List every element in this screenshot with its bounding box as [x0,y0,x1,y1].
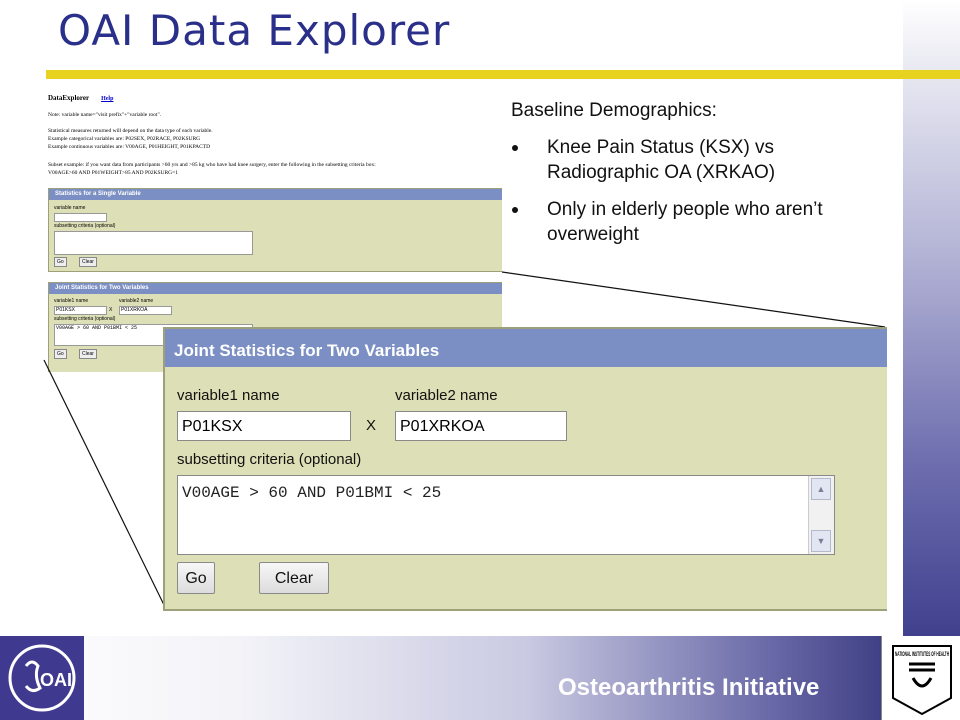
bullet-dot-icon [512,207,518,213]
mini-joint-var1-label: variable1 name [54,298,89,304]
subsetting-criteria-label: subsetting criteria (optional) [177,451,362,468]
mini-single-var-label: variable name [54,205,86,211]
mini-single-var-input[interactable] [54,213,107,222]
mini-note-line: Example categorical variables are: P02SE… [48,136,201,142]
go-button[interactable]: Go [177,562,215,594]
notes-bullet-text: Only in elderly people who aren’t overwe… [547,199,823,245]
mini-joint-criteria-label: subsetting criteria (optional) [54,316,116,322]
mini-single-go-button[interactable]: Go [54,257,67,267]
mini-single-criteria-label: subsetting criteria (optional) [54,223,116,229]
oai-logo-text: OAI [40,670,72,690]
mini-joint-var2-input[interactable]: P01XRKOA [119,306,172,315]
notes-bullet-text: Knee Pain Status (KSX) vs Radiographic O… [547,137,776,183]
mini-app-title: DataExplorer Help [48,94,113,102]
cross-symbol: X [366,417,377,434]
mini-note-line: Note: variable name="visit prefix"+"vari… [48,112,162,118]
joint-statistics-panel: Joint Statistics for Two Variables varia… [163,327,887,611]
variable1-label: variable1 name [177,387,280,404]
nih-seal: NATIONAL INSTITUTES OF HEALTH [881,636,960,720]
mini-single-clear-button[interactable]: Clear [79,257,97,267]
notes-bullet: Only in elderly people who aren’t overwe… [511,197,891,247]
footer-org-name: Osteoarthritis Initiative [558,674,820,701]
nih-seal-text: NATIONAL INSTITUTES OF HEALTH [895,652,949,658]
mini-joint-clear-button[interactable]: Clear [79,349,97,359]
notes-heading: Baseline Demographics: [511,100,717,121]
title-rule [46,70,960,79]
variable1-input[interactable]: P01KSX [177,411,351,441]
mini-joint-x-label: X [109,307,113,313]
notes-list: Knee Pain Status (KSX) vs Radiographic O… [511,135,891,247]
clear-button[interactable]: Clear [259,562,329,594]
slide-side-gradient [903,0,960,720]
mini-single-variable-panel: Statistics for a Single Variable variabl… [48,188,502,272]
notes-block: Baseline Demographics: Knee Pain Status … [511,98,891,259]
mini-note-line: V00AGE>60 AND P01WEIGHT>85 AND P02KSURG=… [48,170,179,176]
mini-note-line: Statistical measures returned will depen… [48,128,213,134]
mini-single-header: Statistics for a Single Variable [49,189,502,200]
mini-single-criteria-input[interactable] [54,231,253,255]
mini-joint-var1-input[interactable]: P01KSX [54,306,107,315]
mini-joint-header: Joint Statistics for Two Variables [49,283,502,294]
subsetting-criteria-textarea[interactable]: V00AGE > 60 AND P01BMI < 25 ▲ ▼ [177,475,835,555]
mini-joint-var2-label: variable2 name [119,298,154,304]
textarea-scrollbar[interactable]: ▲ ▼ [808,476,834,554]
nih-seal-icon: NATIONAL INSTITUTES OF HEALTH [891,645,952,716]
subsetting-criteria-value: V00AGE > 60 AND P01BMI < 25 [182,484,442,502]
mini-note-line: Example continuous variables are: V00AGE… [48,144,211,150]
mini-note-line: Subset example: if you want data from pa… [48,162,376,168]
joint-panel-header: Joint Statistics for Two Variables [165,329,887,367]
mini-help-link[interactable]: Help [101,96,113,102]
scroll-up-icon[interactable]: ▲ [811,478,831,500]
bullet-dot-icon [512,145,518,151]
oai-logo-icon: OAI [8,644,76,712]
oai-logo: OAI [0,636,84,720]
notes-bullet: Knee Pain Status (KSX) vs Radiographic O… [511,135,891,185]
slide-title: OAI Data Explorer [58,6,451,55]
mini-app-title-text: DataExplorer [48,94,90,102]
mini-joint-go-button[interactable]: Go [54,349,67,359]
scroll-down-icon[interactable]: ▼ [811,530,831,552]
variable2-input[interactable]: P01XRKOA [395,411,567,441]
variable2-label: variable2 name [395,387,498,404]
